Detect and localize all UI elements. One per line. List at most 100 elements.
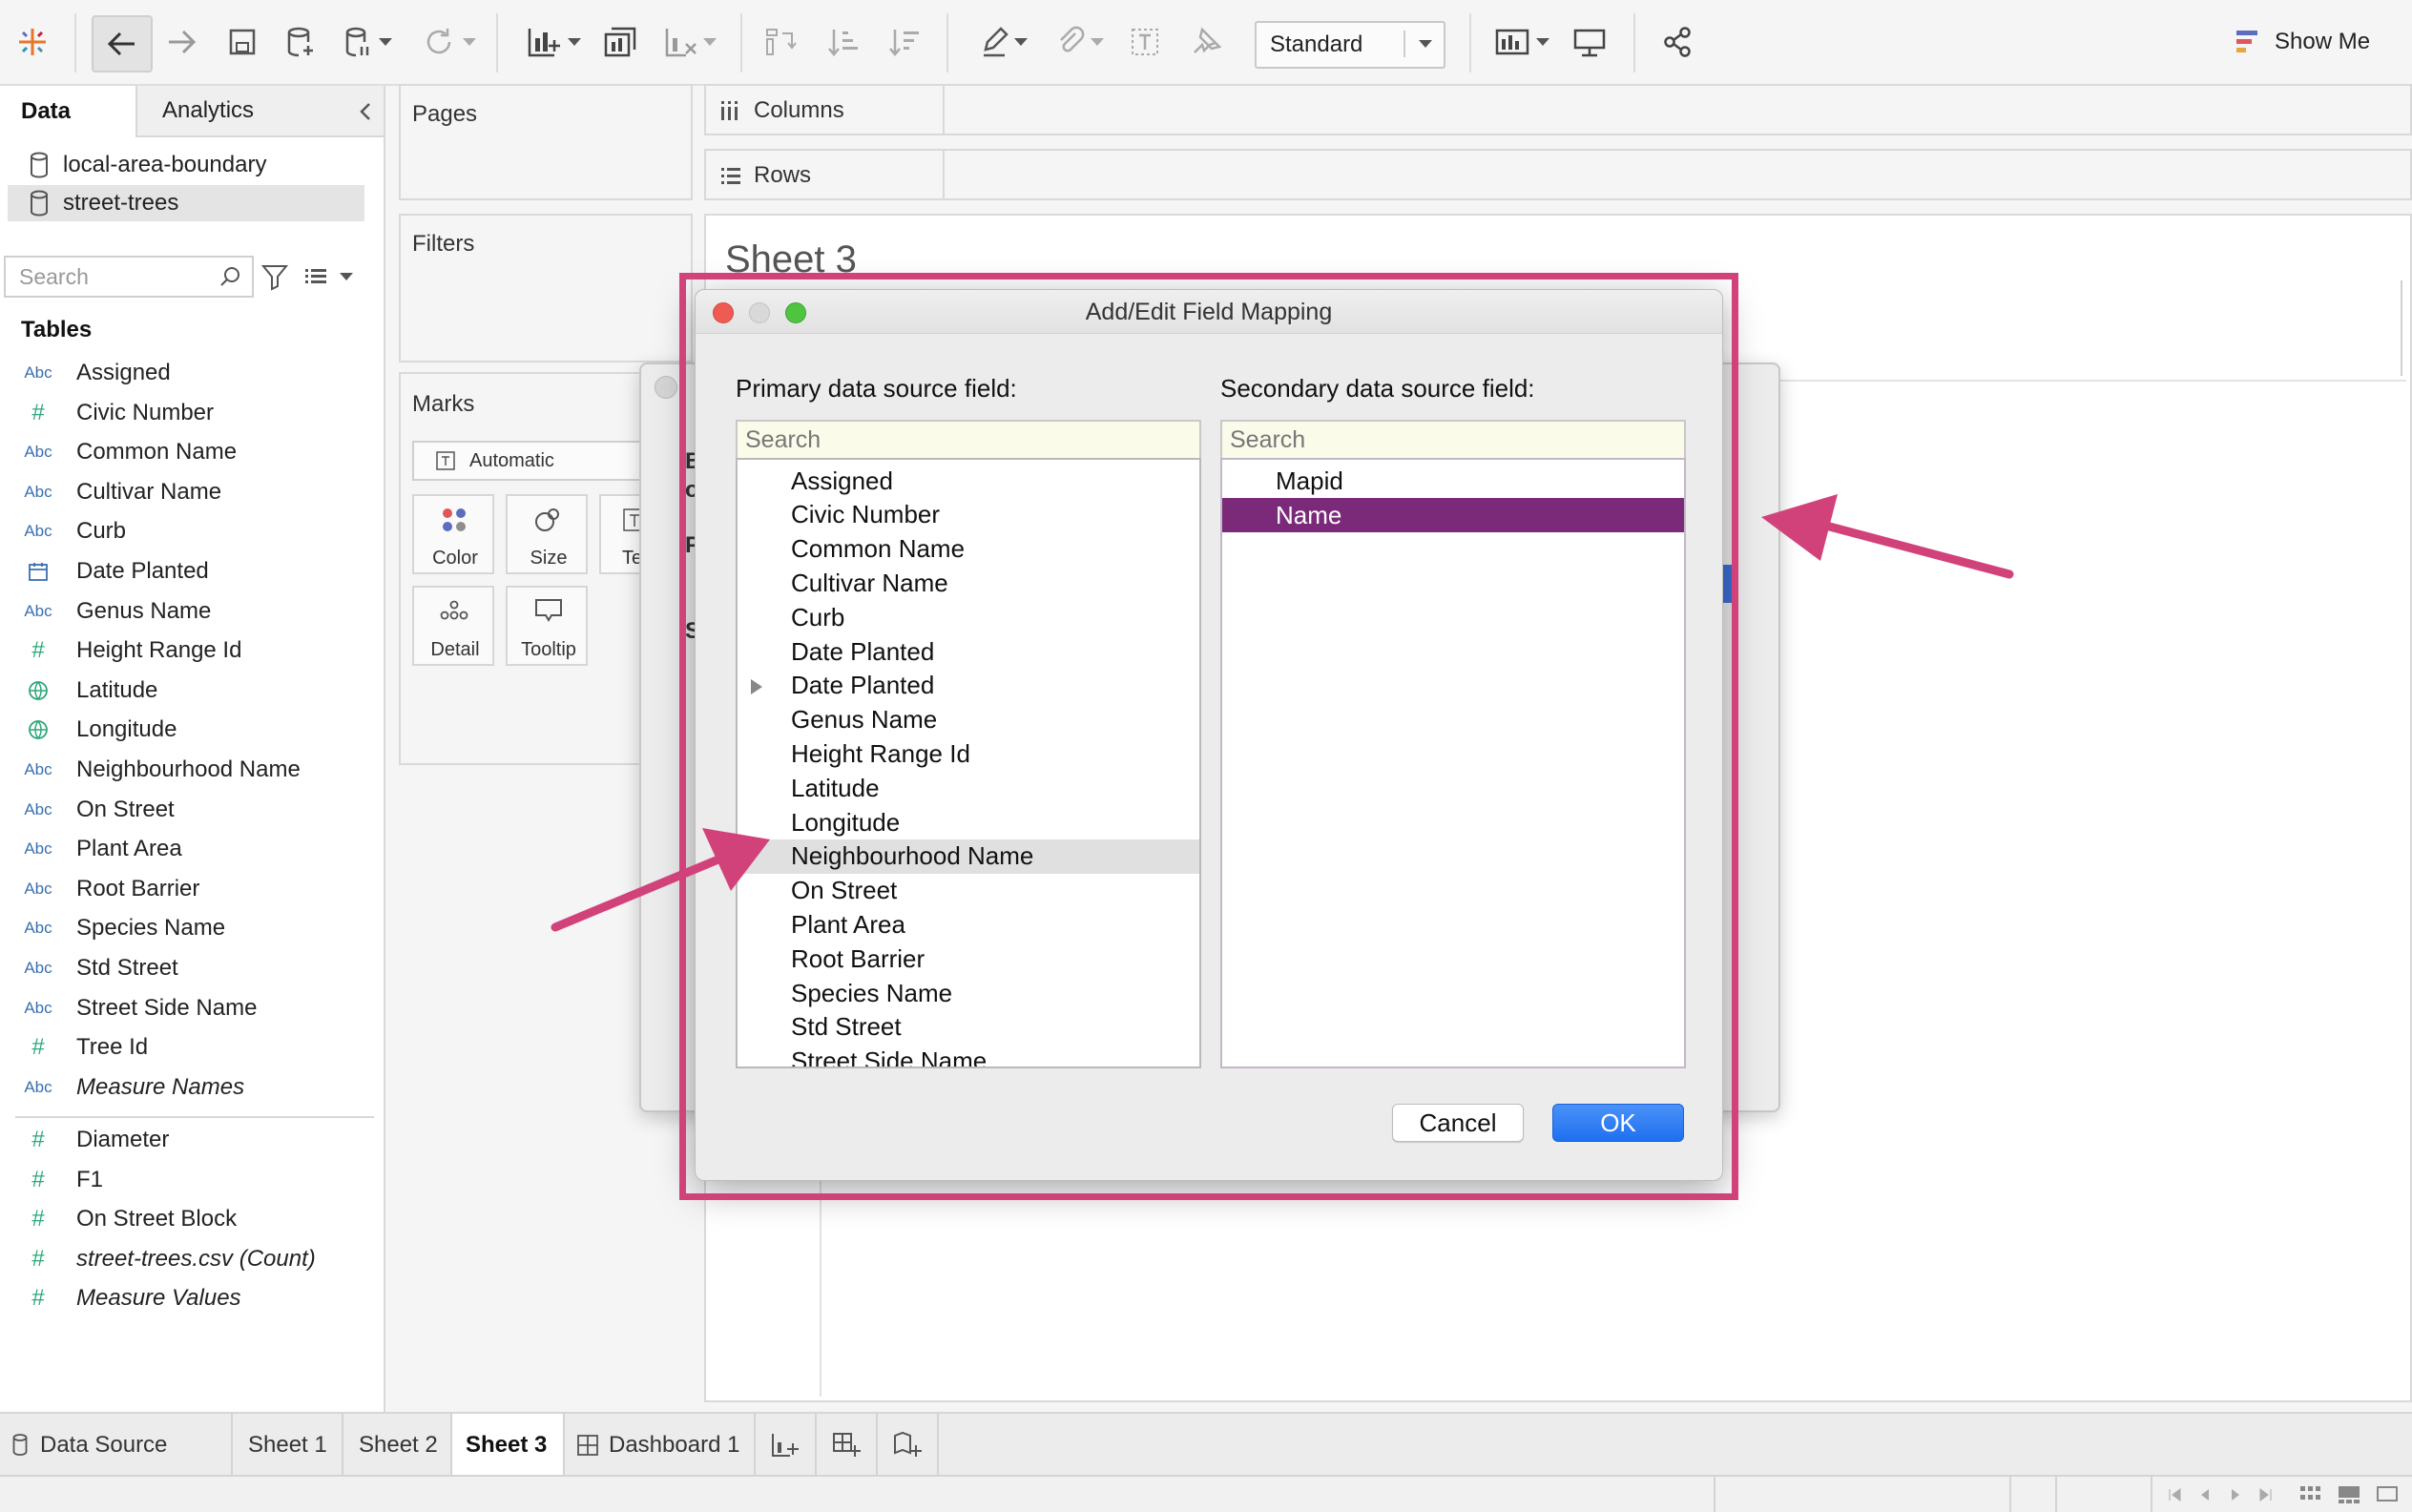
view-toggles[interactable] <box>2299 1484 2399 1505</box>
collapse-pane-icon[interactable] <box>351 97 380 126</box>
new-dashboard-tab-icon[interactable] <box>817 1414 878 1477</box>
field-item[interactable]: # street-trees.csv (Count) <box>0 1239 382 1279</box>
field-item[interactable]: Longitude <box>0 710 382 750</box>
sheet-sorter-icon[interactable] <box>2299 1484 2322 1505</box>
number-type-icon: # <box>31 1206 45 1232</box>
save-icon[interactable] <box>221 15 263 69</box>
tableau-logo-icon[interactable] <box>13 15 52 69</box>
tab-dashboard-1[interactable]: Dashboard 1 <box>565 1414 756 1477</box>
fix-axes-icon[interactable] <box>1185 15 1227 69</box>
new-story-tab-icon[interactable] <box>878 1414 939 1477</box>
pause-updates-icon[interactable] <box>340 15 397 69</box>
pages-shelf[interactable]: Pages <box>399 84 693 200</box>
field-item[interactable]: Abc Curb <box>0 511 382 551</box>
field-item[interactable]: Abc Cultivar Name <box>0 472 382 512</box>
string-type-icon: Abc <box>24 363 52 382</box>
share-icon[interactable] <box>1656 15 1698 69</box>
field-search-input[interactable]: Search <box>4 256 254 298</box>
field-name: Species Name <box>76 915 226 942</box>
date-type-icon <box>0 561 76 582</box>
size-button[interactable]: Size <box>506 494 588 574</box>
clear-sheet-icon[interactable] <box>656 15 723 69</box>
detail-button[interactable]: Detail <box>412 586 494 666</box>
group-members-icon[interactable] <box>1050 15 1111 69</box>
sort-ascending-icon[interactable] <box>822 15 864 69</box>
first-sheet-icon[interactable] <box>2166 1486 2183 1503</box>
tables-heading: Tables <box>21 317 93 342</box>
filter-icon[interactable] <box>260 261 290 292</box>
highlight-icon[interactable] <box>975 15 1032 69</box>
number-type-icon: # <box>31 1245 45 1272</box>
field-item[interactable]: Abc Root Barrier <box>0 869 382 909</box>
datasource-item[interactable]: local-area-boundary <box>8 147 364 183</box>
field-item[interactable]: Latitude <box>0 671 382 711</box>
field-item[interactable]: Abc Assigned <box>0 353 382 393</box>
tab-sheet-2[interactable]: Sheet 2 <box>343 1414 452 1477</box>
geo-type-icon <box>0 679 76 702</box>
back-icon[interactable] <box>92 15 153 72</box>
new-worksheet-tab-icon[interactable] <box>756 1414 817 1477</box>
swap-rows-columns-icon[interactable] <box>759 15 801 69</box>
tab-sheet-1[interactable]: Sheet 1 <box>233 1414 343 1477</box>
tab-analytics[interactable]: Analytics <box>135 86 384 137</box>
field-item[interactable]: Abc Street Side Name <box>0 988 382 1028</box>
new-datasource-icon[interactable] <box>281 15 322 69</box>
field-item[interactable]: Abc Plant Area <box>0 829 382 869</box>
field-item[interactable]: # Measure Values <box>0 1278 382 1318</box>
field-item[interactable]: # Height Range Id <box>0 631 382 671</box>
sheet-navigation[interactable] <box>2166 1486 2275 1503</box>
annotation-arrow-icon <box>1761 494 2014 579</box>
field-item[interactable]: Abc Std Street <box>0 948 382 988</box>
tab-label: Dashboard 1 <box>609 1432 740 1458</box>
number-type-icon: # <box>31 1127 45 1152</box>
size-label: Size <box>530 548 568 569</box>
filters-shelf[interactable]: Filters <box>399 214 693 362</box>
datasource-item-selected[interactable]: street-trees <box>8 185 364 221</box>
rows-label: Rows <box>754 162 812 188</box>
tab-sheet-3-active[interactable]: Sheet 3 <box>452 1414 565 1477</box>
field-item[interactable]: Abc On Street <box>0 790 382 830</box>
presentation-layout-icon[interactable] <box>1488 15 1555 69</box>
tooltip-button[interactable]: Tooltip <box>506 586 588 666</box>
string-type-icon: Abc <box>24 959 52 977</box>
field-name: street-trees.csv (Count) <box>76 1245 316 1272</box>
field-name: Height Range Id <box>76 637 242 664</box>
field-item[interactable]: Abc Neighbourhood Name <box>0 750 382 790</box>
field-item[interactable]: Abc Measure Names <box>0 1067 382 1108</box>
datasource-name: street-trees <box>63 190 179 216</box>
color-button[interactable]: Color <box>412 494 494 574</box>
field-item[interactable]: Abc Common Name <box>0 432 382 472</box>
field-name: Root Barrier <box>76 875 200 901</box>
rows-shelf[interactable]: Rows <box>704 149 2412 200</box>
show-mark-labels-icon[interactable] <box>1124 15 1166 69</box>
close-icon[interactable] <box>655 376 677 399</box>
field-item[interactable]: # Tree Id <box>0 1027 382 1067</box>
next-sheet-icon[interactable] <box>2227 1486 2244 1503</box>
tabs-icon[interactable] <box>2376 1484 2399 1505</box>
field-item[interactable]: Abc Species Name <box>0 908 382 948</box>
show-me-button[interactable]: Show Me <box>2236 15 2389 69</box>
previous-sheet-icon[interactable] <box>2196 1486 2214 1503</box>
last-sheet-icon[interactable] <box>2257 1486 2275 1503</box>
string-type-icon: Abc <box>24 879 52 898</box>
string-type-icon: Abc <box>24 998 52 1017</box>
field-item[interactable]: Date Planted <box>0 551 382 591</box>
duplicate-sheet-icon[interactable] <box>599 15 641 69</box>
view-options-icon[interactable] <box>303 263 364 290</box>
new-worksheet-icon[interactable] <box>515 15 592 69</box>
field-item[interactable]: Abc Genus Name <box>0 591 382 632</box>
field-item[interactable]: # On Street Block <box>0 1199 382 1239</box>
tab-data[interactable]: Data <box>0 86 135 137</box>
tab-data-source[interactable]: Data Source <box>0 1414 233 1477</box>
field-item[interactable]: # Diameter <box>0 1120 382 1160</box>
filmstrip-icon[interactable] <box>2338 1484 2360 1505</box>
sort-descending-icon[interactable] <box>884 15 925 69</box>
fit-dropdown[interactable]: Standard <box>1255 21 1445 69</box>
string-type-icon: Abc <box>24 1077 52 1096</box>
forward-icon[interactable] <box>160 15 202 69</box>
refresh-icon[interactable] <box>416 15 483 69</box>
presentation-mode-icon[interactable] <box>1569 15 1611 69</box>
field-item[interactable]: # F1 <box>0 1160 382 1200</box>
columns-shelf[interactable]: Columns <box>704 84 2412 135</box>
field-item[interactable]: # Civic Number <box>0 393 382 433</box>
